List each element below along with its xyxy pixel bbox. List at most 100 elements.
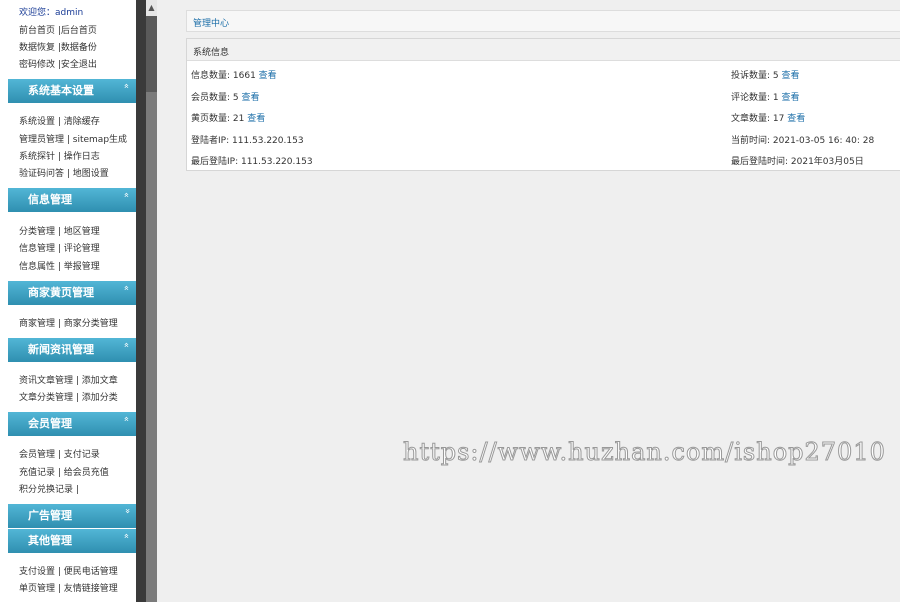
menu-row: 商家管理 | 商家分类管理 <box>19 319 118 329</box>
last-login-ip: 最后登陆IP: 111.53.220.153 <box>191 157 313 167</box>
system-info-panel: 系统信息 信息数量: 1661 查看 投诉数量: 5 查看 会员数量: 5 查看… <box>186 38 900 171</box>
section-info-manage[interactable]: 信息管理 » <box>8 188 136 212</box>
last-login-time: 最后登陆时间: 2021年03月05日 <box>731 157 864 167</box>
section-ads[interactable]: 广告管理 » <box>8 504 136 528</box>
section-yellow-pages[interactable]: 商家黄页管理 » <box>8 281 136 305</box>
section-members[interactable]: 会员管理 » <box>8 412 136 436</box>
article-category-link[interactable]: 文章分类管理 <box>19 393 73 403</box>
yellowpage-count: 黄页数量: 21 查看 <box>191 111 265 124</box>
friend-links-link[interactable]: 友情链接管理 <box>64 584 118 594</box>
menu-row: 信息属性 | 举报管理 <box>19 262 100 272</box>
page-title: 管理中心 <box>193 19 230 29</box>
chevron-up-icon: » <box>122 192 133 198</box>
section-title: 信息管理 <box>28 193 72 206</box>
system-probe-link[interactable]: 系统探针 <box>19 152 55 162</box>
comment-count-label: 评论数量: 1 <box>731 93 782 103</box>
chevron-up-icon: » <box>122 416 133 422</box>
menu-row: 验证码问答 | 地图设置 <box>19 169 109 179</box>
points-exchange-link[interactable]: 积分兑换记录 <box>19 485 73 495</box>
info-row: 会员数量: 5 查看 评论数量: 1 查看 <box>191 90 891 104</box>
merchant-category-link[interactable]: 商家分类管理 <box>64 319 118 329</box>
complaint-count: 投诉数量: 5 查看 <box>731 68 800 81</box>
current-time: 当前时间: 2021-03-05 16: 40: 28 <box>731 136 875 146</box>
clear-cache-link[interactable]: 清除缓存 <box>64 117 100 127</box>
captcha-qa-link[interactable]: 验证码问答 <box>19 169 64 179</box>
info-row: 黄页数量: 21 查看 文章数量: 17 查看 <box>191 111 891 125</box>
menu-row: 资讯文章管理 | 添加文章 <box>19 376 118 386</box>
section-system-settings[interactable]: 系统基本设置 » <box>8 79 136 103</box>
quick-links-row-2: 数据恢复 |数据备份 <box>19 43 97 53</box>
view-article-link[interactable]: 查看 <box>787 114 805 124</box>
merchant-manage-link[interactable]: 商家管理 <box>19 319 55 329</box>
sidebar-scrollbar[interactable]: ▲ <box>136 0 157 602</box>
frontend-home-link[interactable]: 前台首页 <box>19 26 55 36</box>
article-count-label: 文章数量: 17 <box>731 114 788 124</box>
scroll-up-icon[interactable]: ▲ <box>146 0 157 16</box>
section-other[interactable]: 其他管理 » <box>8 529 136 553</box>
section-title: 会员管理 <box>28 417 72 430</box>
data-backup-link[interactable]: 数据备份 <box>61 43 97 53</box>
sitemap-link[interactable]: sitemap生成 <box>73 135 127 145</box>
menu-row: 管理员管理 | sitemap生成 <box>19 135 128 145</box>
info-count-label: 信息数量: 1661 <box>191 71 259 81</box>
category-manage-link[interactable]: 分类管理 <box>19 227 55 237</box>
operation-log-link[interactable]: 操作日志 <box>64 152 100 162</box>
article-manage-link[interactable]: 资讯文章管理 <box>19 376 73 386</box>
menu-row: 系统探针 | 操作日志 <box>19 152 100 162</box>
admin-manage-link[interactable]: 管理员管理 <box>19 135 64 145</box>
scrollbar-thumb[interactable] <box>146 92 157 602</box>
map-settings-link[interactable]: 地图设置 <box>73 169 109 179</box>
member-manage-link[interactable]: 会员管理 <box>19 450 55 460</box>
add-category-link[interactable]: 添加分类 <box>82 393 118 403</box>
menu-row: 文章分类管理 | 添加分类 <box>19 393 118 403</box>
info-manage-link[interactable]: 信息管理 <box>19 244 55 254</box>
panel-title-bar: 系统信息 <box>187 39 900 61</box>
view-comment-link[interactable]: 查看 <box>781 93 799 103</box>
backend-home-link[interactable]: 后台首页 <box>61 26 97 36</box>
logout-link[interactable]: 安全退出 <box>61 60 97 70</box>
chevron-up-icon: » <box>122 342 133 348</box>
complaint-count-label: 投诉数量: 5 <box>731 71 782 81</box>
chevron-down-icon: » <box>122 508 133 514</box>
section-title: 系统基本设置 <box>28 84 94 97</box>
member-recharge-link[interactable]: 给会员充值 <box>64 468 109 478</box>
phone-manage-link[interactable]: 便民电话管理 <box>64 567 118 577</box>
view-complaint-link[interactable]: 查看 <box>781 71 799 81</box>
report-manage-link[interactable]: 举报管理 <box>64 262 100 272</box>
panel-title: 系统信息 <box>193 48 230 58</box>
region-manage-link[interactable]: 地区管理 <box>64 227 100 237</box>
menu-row: 信息管理 | 评论管理 <box>19 244 100 254</box>
view-member-link[interactable]: 查看 <box>241 93 259 103</box>
article-count: 文章数量: 17 查看 <box>731 111 805 124</box>
payment-settings-link[interactable]: 支付设置 <box>19 567 55 577</box>
single-page-link[interactable]: 单页管理 <box>19 584 55 594</box>
recharge-record-link[interactable]: 充值记录 <box>19 468 55 478</box>
info-row: 信息数量: 1661 查看 投诉数量: 5 查看 <box>191 68 891 82</box>
info-row: 最后登陆IP: 111.53.220.153 最后登陆时间: 2021年03月0… <box>191 154 891 168</box>
admin-username: admin <box>55 8 84 18</box>
data-restore-link[interactable]: 数据恢复 <box>19 43 55 53</box>
member-count: 会员数量: 5 查看 <box>191 90 260 103</box>
comment-manage-link[interactable]: 评论管理 <box>64 244 100 254</box>
chevron-up-icon: » <box>122 83 133 89</box>
info-attributes-link[interactable]: 信息属性 <box>19 262 55 272</box>
add-article-link[interactable]: 添加文章 <box>82 376 118 386</box>
quick-links-row-1: 前台首页 |后台首页 <box>19 26 97 36</box>
welcome-label: 欢迎您： <box>19 8 56 18</box>
payment-record-link[interactable]: 支付记录 <box>64 450 100 460</box>
view-yellowpage-link[interactable]: 查看 <box>247 114 265 124</box>
section-title: 其他管理 <box>28 534 72 547</box>
quick-links-row-3: 密码修改 |安全退出 <box>19 60 97 70</box>
section-title: 商家黄页管理 <box>28 286 94 299</box>
section-news[interactable]: 新闻资讯管理 » <box>8 338 136 362</box>
menu-row: 会员管理 | 支付记录 <box>19 450 100 460</box>
menu-row: 充值记录 | 给会员充值 <box>19 468 109 478</box>
menu-row: 支付设置 | 便民电话管理 <box>19 567 118 577</box>
info-row: 登陆者IP: 111.53.220.153 当前时间: 2021-03-05 1… <box>191 133 891 147</box>
view-info-link[interactable]: 查看 <box>259 71 277 81</box>
menu-row: 积分兑换记录 | <box>19 485 79 495</box>
system-settings-link[interactable]: 系统设置 <box>19 117 55 127</box>
member-count-label: 会员数量: 5 <box>191 93 242 103</box>
section-title: 广告管理 <box>28 509 72 522</box>
change-password-link[interactable]: 密码修改 <box>19 60 55 70</box>
